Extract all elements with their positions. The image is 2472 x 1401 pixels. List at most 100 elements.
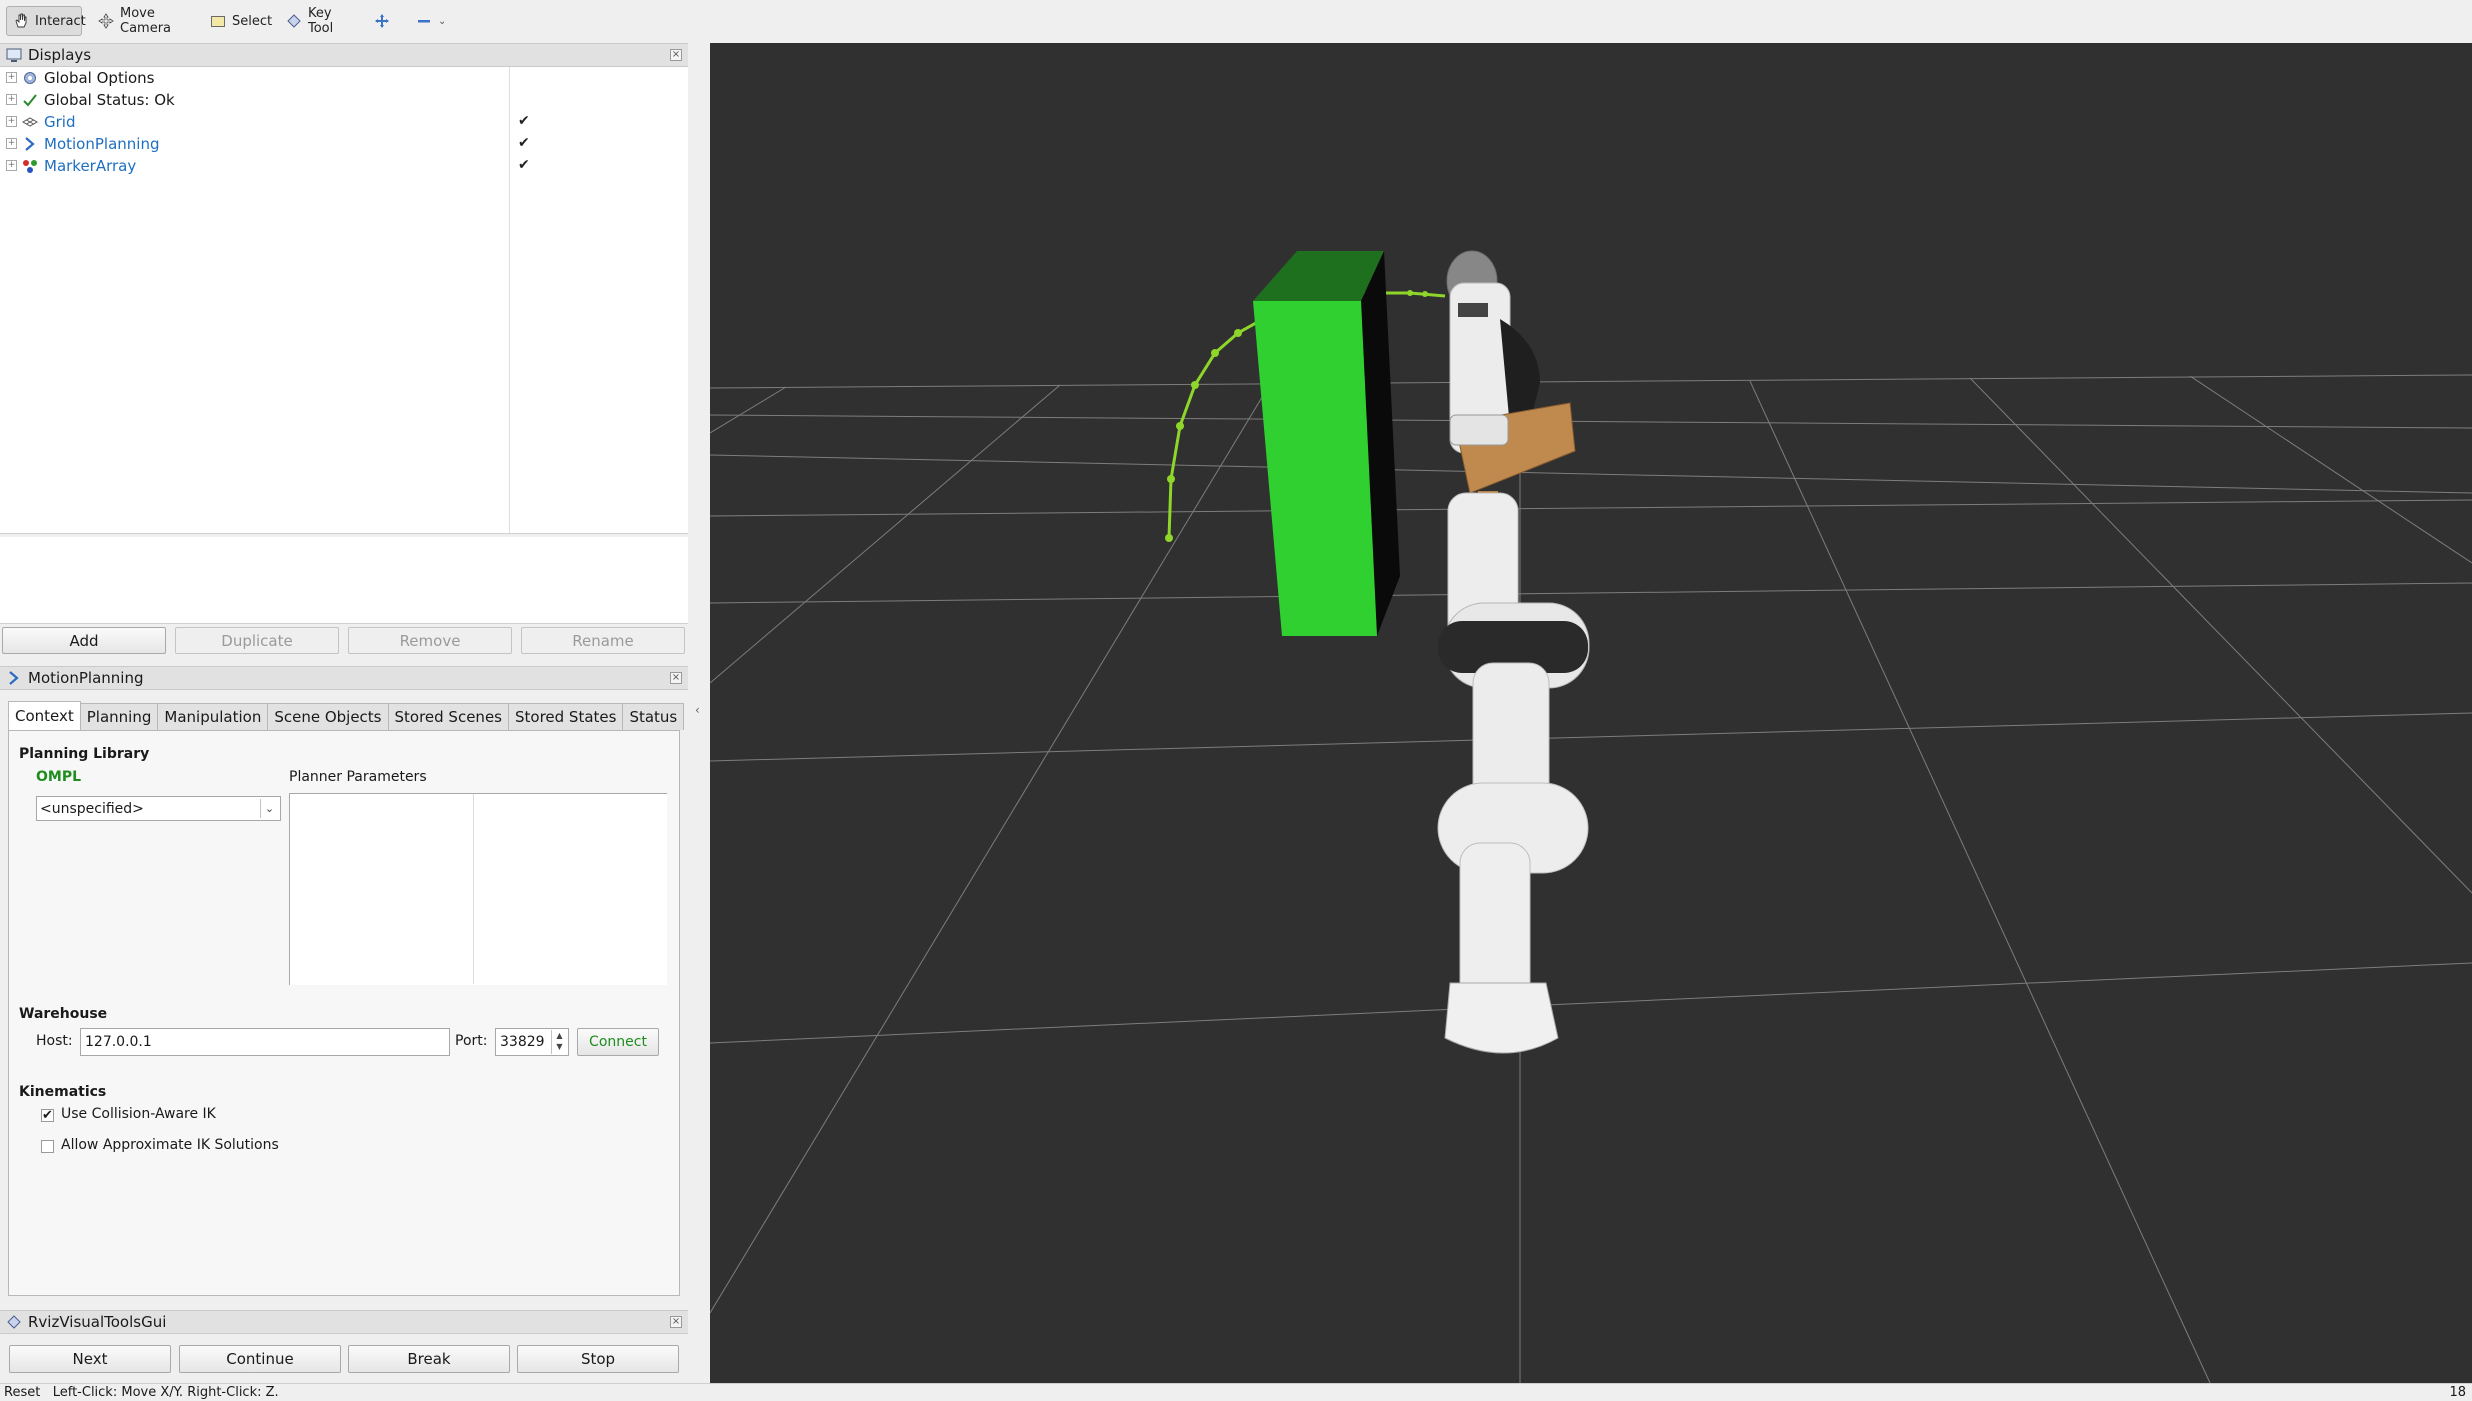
port-value: 33829 <box>500 1034 545 1050</box>
tree-item-label: MarkerArray <box>44 157 137 175</box>
tree-item-marker-array[interactable]: + MarkerArray ✔ <box>0 155 688 177</box>
tree-item-label: MotionPlanning <box>44 135 160 153</box>
tree-item-label: Global Options <box>44 69 155 87</box>
tab-stored-states[interactable]: Stored States <box>507 703 624 730</box>
tab-stored-scenes[interactable]: Stored Scenes <box>387 703 509 730</box>
rename-display-button[interactable]: Rename <box>521 627 685 654</box>
motion-planning-enabled-checkbox[interactable]: ✔ <box>518 136 531 150</box>
move-camera-tool-label: Move Camera <box>120 6 172 36</box>
close-icon[interactable]: × <box>670 672 682 684</box>
interact-tool-button[interactable]: Interact <box>6 6 86 36</box>
tree-item-label: Grid <box>44 113 76 131</box>
expand-icon[interactable]: + <box>6 138 17 149</box>
key-tool-button[interactable]: Key Tool <box>280 6 360 36</box>
motion-planning-panel-header: MotionPlanning × <box>0 666 688 690</box>
approximate-ik-checkbox[interactable] <box>41 1140 54 1153</box>
break-button[interactable]: Break <box>348 1345 510 1373</box>
grid-enabled-checkbox[interactable]: ✔ <box>518 114 531 128</box>
remove-tool-dropdown[interactable]: ⌄ <box>410 6 450 36</box>
planner-select-value: <unspecified> <box>40 800 144 817</box>
port-spinbox[interactable]: 33829 ▲ ▼ <box>495 1028 569 1056</box>
key-tool-label: Key Tool <box>308 6 334 36</box>
render-viewport[interactable] <box>710 43 2472 1383</box>
tab-manipulation[interactable]: Manipulation <box>157 703 269 730</box>
select-tool-button[interactable]: Select <box>204 6 273 36</box>
status-bar-text: Reset Left-Click: Move X/Y. Right-Click:… <box>4 1385 279 1400</box>
grid-lines <box>710 374 2472 1383</box>
planner-select[interactable]: <unspecified> ⌄ <box>36 796 281 821</box>
minus-icon <box>416 13 432 29</box>
expand-icon[interactable]: + <box>6 160 17 171</box>
marker-array-enabled-checkbox[interactable]: ✔ <box>518 158 531 172</box>
diamond-icon <box>286 13 302 29</box>
tree-item-global-options[interactable]: + Global Options <box>0 67 688 89</box>
tab-scene-objects[interactable]: Scene Objects <box>267 703 389 730</box>
tab-status[interactable]: Status <box>622 703 685 730</box>
displays-panel-title: Displays <box>28 46 92 64</box>
hand-icon <box>13 13 29 29</box>
tree-item-global-status[interactable]: + Global Status: Ok <box>0 89 688 111</box>
chevron-down-icon: ⌄ <box>438 15 447 27</box>
context-tab-body: Planning Library OMPL <unspecified> ⌄ Pl… <box>8 730 680 1296</box>
checkmark-icon <box>22 92 38 108</box>
parameters-column-divider <box>473 794 474 984</box>
close-icon[interactable]: × <box>670 49 682 61</box>
select-rect-icon <box>210 13 226 29</box>
move-camera-icon <box>98 13 114 29</box>
rviz-visual-tools-title: RvizVisualToolsGui <box>28 1313 167 1331</box>
expand-icon[interactable]: + <box>6 94 17 105</box>
rviz-visual-tools-header: RvizVisualToolsGui × <box>0 1310 688 1334</box>
motion-planning-tabs: Context Planning Manipulation Scene Obje… <box>8 701 685 731</box>
monitor-icon <box>6 47 22 63</box>
displays-panel-header: Displays × <box>0 43 688 67</box>
gear-icon <box>22 70 38 86</box>
motion-planning-icon <box>6 670 22 686</box>
diamond-icon <box>6 1314 22 1330</box>
marker-array-icon <box>22 158 38 174</box>
obstacle-box <box>1253 251 1400 636</box>
grid-icon <box>21 114 39 130</box>
motion-planning-panel-title: MotionPlanning <box>28 669 144 687</box>
fps-readout: 18 <box>2449 1385 2466 1400</box>
remove-display-button[interactable]: Remove <box>348 627 512 654</box>
collision-aware-ik-label: Use Collision-Aware IK <box>61 1106 216 1122</box>
spin-arrows-icon[interactable]: ▲ ▼ <box>551 1030 567 1054</box>
add-display-button[interactable]: Add <box>2 627 166 654</box>
planning-library-heading: Planning Library <box>19 746 150 762</box>
duplicate-display-button[interactable]: Duplicate <box>175 627 339 654</box>
connect-button[interactable]: Connect <box>577 1028 659 1056</box>
kinematics-heading: Kinematics <box>19 1084 107 1100</box>
tree-item-motion-planning[interactable]: + MotionPlanning ✔ <box>0 133 688 155</box>
plus-arrows-icon <box>374 13 390 29</box>
add-tool-button[interactable] <box>368 6 394 36</box>
panel-splitter[interactable]: ‹ <box>688 43 710 1383</box>
status-bar: Reset Left-Click: Move X/Y. Right-Click:… <box>0 1383 2472 1401</box>
tab-context[interactable]: Context <box>8 701 81 730</box>
planning-library-name: OMPL <box>36 769 82 785</box>
scene-svg <box>710 250 2472 1383</box>
display-description-area <box>0 537 688 624</box>
motion-planning-icon <box>22 136 38 152</box>
tree-item-grid[interactable]: + Grid ✔ <box>0 111 688 133</box>
robot-arm <box>1437 250 1590 1054</box>
select-tool-label: Select <box>232 13 273 29</box>
expand-icon[interactable]: + <box>6 72 17 83</box>
chevron-down-icon: ⌄ <box>260 799 278 818</box>
warehouse-heading: Warehouse <box>19 1006 108 1022</box>
interact-tool-label: Interact <box>35 13 86 29</box>
host-label: Host: <box>36 1033 73 1049</box>
main-toolbar: Interact Move Camera Select Key Tool ⌄ <box>0 0 2472 44</box>
next-button[interactable]: Next <box>9 1345 171 1373</box>
collision-aware-ik-checkbox[interactable]: ✔ <box>41 1109 54 1122</box>
tab-planning[interactable]: Planning <box>79 703 159 730</box>
move-camera-tool-button[interactable]: Move Camera <box>92 6 198 36</box>
collapse-left-icon[interactable]: ‹ <box>695 703 700 717</box>
expand-icon[interactable]: + <box>6 116 17 127</box>
planner-parameters-table[interactable] <box>289 793 667 985</box>
tree-item-label: Global Status: Ok <box>44 91 175 109</box>
approximate-ik-label: Allow Approximate IK Solutions <box>61 1137 279 1153</box>
close-icon[interactable]: × <box>670 1316 682 1328</box>
host-input[interactable]: 127.0.0.1 <box>80 1028 450 1056</box>
continue-button[interactable]: Continue <box>179 1345 341 1373</box>
stop-button[interactable]: Stop <box>517 1345 679 1373</box>
